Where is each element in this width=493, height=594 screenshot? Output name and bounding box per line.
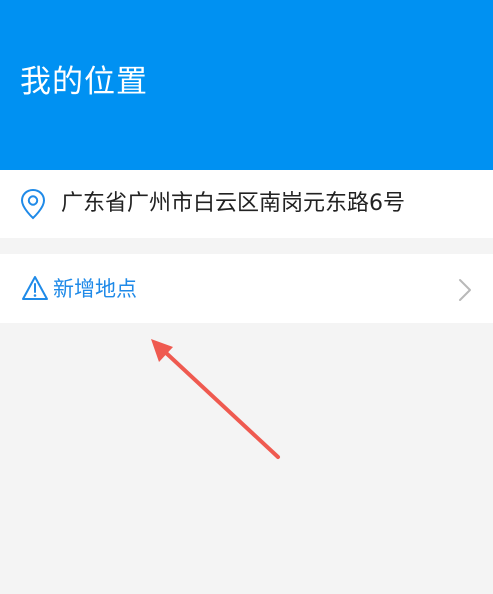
header-bar: 我的位置 <box>0 0 493 170</box>
warning-triangle-icon <box>22 276 48 300</box>
current-location-row: 广东省广州市白云区南岗元东路6号 <box>0 170 493 238</box>
current-address: 广东省广州市白云区南岗元东路6号 <box>61 191 405 216</box>
add-location-button[interactable]: 新增地点 <box>0 254 493 323</box>
section-divider <box>0 238 493 254</box>
location-pin-icon <box>20 188 46 220</box>
add-location-label: 新增地点 <box>53 277 137 301</box>
page-title: 我的位置 <box>20 64 148 100</box>
chevron-right-icon <box>459 279 471 301</box>
